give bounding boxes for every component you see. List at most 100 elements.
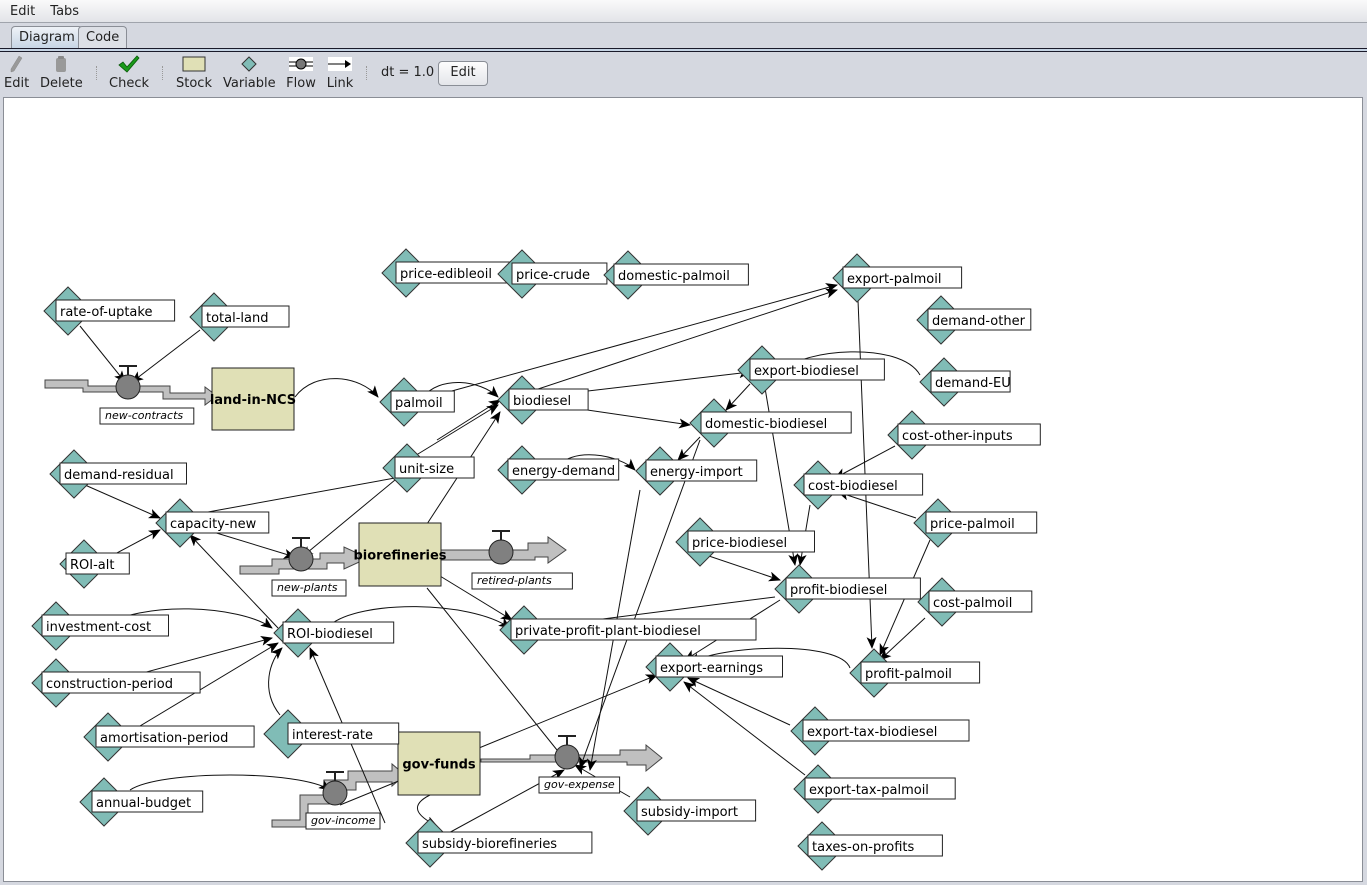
link-arrow[interactable] (79, 325, 126, 383)
flow-label: retired-plants (477, 574, 552, 587)
stock-land[interactable]: land-in-NCS (210, 367, 296, 431)
variable-etp[interactable]: export-tax-palmoil (793, 764, 956, 814)
variable-pal[interactable]: palmoil (379, 377, 455, 427)
link-arrow[interactable] (837, 490, 917, 519)
variable-us[interactable]: unit-size (382, 443, 475, 493)
variable-ed[interactable]: energy-demand (497, 445, 620, 495)
variable-sb[interactable]: subsidy-biorefineries (405, 818, 593, 868)
variable-top[interactable]: taxes-on-profits (797, 821, 943, 871)
variable-pc[interactable]: price-crude (497, 249, 608, 299)
variable-dr[interactable]: demand-residual (49, 449, 187, 499)
variable-label: capacity-new (170, 517, 257, 532)
variable-label: export-earnings (660, 661, 763, 676)
variable-label: export-tax-biodiesel (807, 725, 937, 740)
variable-label: investment-cost (46, 620, 151, 635)
variable-label: unit-size (399, 462, 454, 477)
variable-label: demand-residual (64, 468, 174, 483)
flow-label: new-contracts (105, 409, 183, 422)
variable-label: demand-EU (935, 376, 1011, 391)
variable-rou[interactable]: rate-of-uptake (43, 286, 176, 336)
variable-label: interest-rate (292, 728, 373, 743)
variable-label: annual-budget (96, 796, 191, 811)
link-arrow[interactable] (725, 383, 751, 411)
variable-label: ROI-biodiesel (287, 627, 373, 642)
variable-label: taxes-on-profits (812, 840, 914, 855)
link-arrow[interactable] (683, 681, 806, 776)
variable-prb[interactable]: profit-biodiesel (774, 564, 921, 614)
variable-ir[interactable]: interest-rate (263, 709, 400, 759)
variable-label: export-tax-palmoil (809, 783, 929, 798)
valve-icon (488, 539, 514, 565)
flow-govex[interactable]: gov-expense (538, 735, 621, 794)
variable-label: price-edibleoil (400, 267, 492, 282)
link-arrow[interactable] (294, 378, 379, 398)
link-arrow[interactable] (268, 647, 283, 716)
stock-label: biorefineries (353, 549, 446, 564)
variable-prp[interactable]: profit-palmoil (849, 648, 981, 698)
valve-icon (288, 546, 314, 572)
variable-dp[interactable]: domestic-palmoil (603, 250, 749, 300)
variable-label: subsidy-import (641, 805, 738, 820)
valve-icon (322, 780, 348, 806)
variable-ap[interactable]: amortisation-period (83, 712, 255, 762)
diagram-svg: land-in-NCS biorefineries gov-funds new-co… (31, 248, 1041, 871)
valve-icon (554, 744, 580, 770)
variable-deu[interactable]: demand-EU (919, 357, 1011, 407)
stock-bio[interactable]: biorefineries (353, 522, 447, 587)
variable-label: cost-palmoil (933, 596, 1012, 611)
link-arrow[interactable] (131, 329, 201, 383)
variable-label: price-palmoil (930, 517, 1015, 532)
variable-pp[interactable]: price-palmoil (913, 498, 1038, 548)
variable-eb[interactable]: export-biodiesel (737, 345, 885, 395)
variable-label: price-biodiesel (692, 536, 787, 551)
stock-label: land-in-NCS (210, 393, 296, 408)
variable-cp[interactable]: cost-palmoil (917, 577, 1033, 627)
valve-icon (115, 374, 141, 400)
variable-label: total-land (206, 311, 269, 326)
stock-gov[interactable]: gov-funds (397, 731, 481, 796)
variable-label: construction-period (46, 677, 173, 692)
flow-label: gov-expense (544, 778, 615, 791)
variable-ppb[interactable]: private-profit-plant-biodiesel (499, 605, 757, 655)
stock-label: gov-funds (402, 758, 476, 773)
variable-coi[interactable]: cost-other-inputs (887, 410, 1041, 460)
link-arrow[interactable] (687, 677, 791, 726)
variable-tl[interactable]: total-land (189, 292, 290, 342)
variable-label: ROI-alt (70, 558, 114, 573)
variable-label: export-palmoil (847, 272, 941, 287)
variable-roib[interactable]: ROI-biodiesel (273, 608, 395, 658)
variable-label: rate-of-uptake (60, 305, 152, 320)
flow-label: gov-income (311, 814, 376, 827)
variable-label: cost-other-inputs (902, 429, 1013, 444)
variable-label: energy-import (650, 465, 743, 480)
variable-cn[interactable]: capacity-new (155, 498, 270, 548)
variable-cb[interactable]: cost-biodiesel (793, 460, 924, 510)
link-arrow[interactable] (579, 439, 701, 769)
variable-ic[interactable]: investment-cost (31, 601, 169, 651)
variable-etb[interactable]: export-tax-biodiesel (790, 706, 970, 756)
variable-dother[interactable]: demand-other (916, 295, 1032, 345)
variable-cper[interactable]: construction-period (31, 658, 201, 708)
variable-roialt[interactable]: ROI-alt (59, 539, 130, 589)
variable-label: demand-other (932, 314, 1026, 329)
variable-label: profit-biodiesel (790, 583, 887, 598)
variable-ei[interactable]: energy-import (635, 446, 758, 496)
variable-label: domestic-palmoil (618, 269, 730, 284)
variable-label: price-crude (516, 268, 590, 283)
variable-label: palmoil (395, 396, 443, 411)
variable-label: export-biodiesel (754, 364, 859, 379)
flow-label: new-plants (277, 581, 338, 594)
variable-label: domestic-biodiesel (705, 417, 827, 432)
variable-si[interactable]: subsidy-import (623, 786, 757, 836)
variable-ee[interactable]: export-earnings (645, 642, 783, 692)
variable-label: profit-palmoil (865, 667, 952, 682)
variable-ep[interactable]: export-palmoil (832, 253, 963, 303)
link-arrow[interactable] (84, 484, 161, 519)
variable-label: amortisation-period (100, 731, 228, 746)
variable-biod[interactable]: biodiesel (497, 375, 589, 425)
variable-db[interactable]: domestic-biodiesel (689, 398, 852, 448)
link-arrow[interactable] (699, 552, 781, 582)
variable-label: biodiesel (513, 394, 571, 409)
link-arrow[interactable] (129, 774, 331, 791)
variable-label: private-profit-plant-biodiesel (515, 624, 701, 639)
